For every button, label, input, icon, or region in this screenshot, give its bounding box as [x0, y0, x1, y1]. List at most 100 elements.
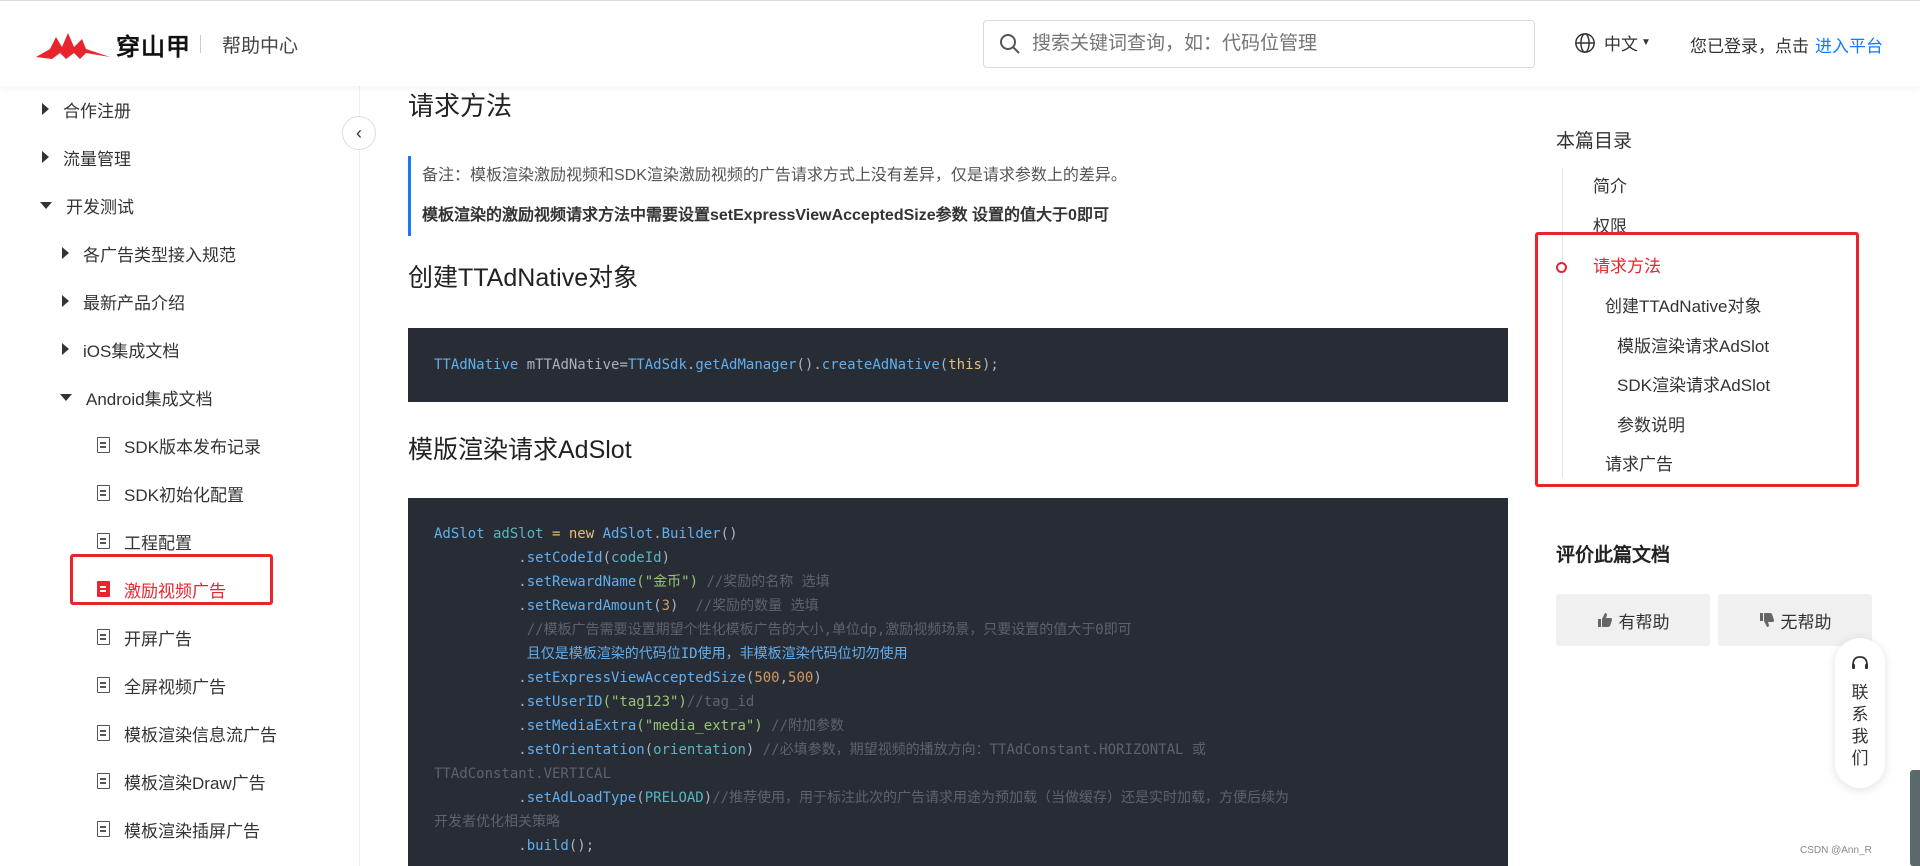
code-line: AdSlot adSlot = new AdSlot.Builder() — [434, 526, 738, 542]
sidebar-item-ios[interactable]: iOS集成文档 — [62, 334, 179, 364]
sidebar-item-label: 工程配置 — [124, 533, 192, 553]
doc-sidebar: 合作注册 流量管理 开发测试 各广告类型接入规范 最新产品介绍 iOS集成文档 … — [0, 86, 360, 866]
side-widget-edge — [1910, 770, 1920, 866]
document-icon — [97, 677, 110, 693]
sidebar-item-label: SDK版本发布记录 — [124, 437, 261, 457]
chevron-left-icon: ‹ — [356, 122, 362, 143]
header-divider — [200, 35, 201, 53]
document-icon — [97, 629, 110, 645]
sidebar-item-sdk-release[interactable]: SDK版本发布记录 — [97, 430, 261, 460]
sidebar-item-dev-test[interactable]: 开发测试 — [40, 190, 134, 220]
sidebar-item-register[interactable]: 合作注册 — [42, 94, 131, 124]
document-icon — [97, 821, 110, 837]
collapse-sidebar-button[interactable]: ‹ — [342, 116, 376, 150]
document-icon — [97, 533, 110, 549]
sidebar-item-label: 全屏视频广告 — [124, 677, 226, 697]
help-center-label[interactable]: 帮助中心 — [222, 31, 298, 58]
code-line: .setExpressViewAcceptedSize(500,500) — [434, 670, 822, 686]
sidebar-item-label: Android集成文档 — [86, 389, 213, 409]
create-native-title: 创建TTAdNative对象 — [408, 264, 639, 292]
sidebar-item-label: iOS集成文档 — [83, 341, 180, 361]
sidebar-item-android[interactable]: Android集成文档 — [60, 382, 213, 412]
code-line: .build(); — [434, 838, 595, 854]
rating-title: 评价此篇文档 — [1556, 545, 1671, 566]
code-line: .setRewardName("金币") //奖励的名称 选填 — [434, 574, 830, 590]
code-line: 开发者优化相关策略 — [434, 814, 560, 830]
language-label: 中文 — [1604, 35, 1638, 54]
sidebar-item-draw[interactable]: 模板渲染Draw广告 — [97, 766, 266, 796]
section-title: 请求方法 — [408, 91, 513, 121]
globe-icon — [1575, 32, 1595, 53]
sidebar-item-sdk-init[interactable]: SDK初始化配置 — [97, 478, 244, 508]
sidebar-item-new-products[interactable]: 最新产品介绍 — [62, 286, 185, 316]
document-icon — [97, 485, 110, 501]
sidebar-item-label: 模板渲染信息流广告 — [124, 725, 277, 745]
sidebar-item-label: 最新产品介绍 — [83, 293, 185, 313]
toc-title: 本篇目录 — [1556, 131, 1633, 152]
toc-item-intro[interactable]: 简介 — [1593, 172, 1627, 197]
caret-right-icon — [42, 151, 49, 163]
code-line: TTAdConstant.VERTICAL — [434, 766, 612, 782]
caret-down-icon — [40, 201, 52, 209]
sidebar-item-label: 模板渲染Draw广告 — [124, 773, 266, 793]
thumbs-down-icon — [1759, 613, 1774, 627]
code-line: TTAdNative mTTAdNative=TTAdSdk.getAdMana… — [434, 357, 999, 373]
caret-down-icon — [60, 393, 72, 401]
caret-right-icon — [62, 247, 69, 259]
code-line: //模板广告需要设置期望个性化模板广告的大小,单位dp,激励视频场景，只要设置的… — [434, 622, 1132, 638]
contact-us-widget[interactable]: 联系我们 — [1835, 638, 1885, 788]
top-header: 穿山甲 帮助中心 中文 ▼ 您已登录，点击进入平台 — [0, 0, 1920, 86]
sidebar-item-label: 模板渲染插屏广告 — [124, 821, 260, 841]
sidebar-item-label: SDK初始化配置 — [124, 485, 244, 505]
sidebar-item-traffic[interactable]: 流量管理 — [42, 142, 131, 172]
sidebar-item-label: 开屏广告 — [124, 629, 192, 649]
document-icon — [97, 725, 110, 741]
sidebar-item-label: 合作注册 — [63, 101, 131, 121]
highlight-box — [70, 554, 273, 605]
code-line: .setUserID("tag123")//tag_id — [434, 694, 755, 710]
sidebar-item-label: 开发测试 — [66, 197, 134, 217]
note-text: 备注：模板渲染激励视频和SDK渲染激励视频的广告请求方式上没有差异，仅是请求参数… — [422, 167, 1127, 184]
caret-right-icon — [62, 343, 69, 355]
pangolin-logo-icon — [36, 32, 110, 59]
document-icon — [97, 773, 110, 789]
contact-us-label: 联系我们 — [1851, 683, 1869, 768]
sidebar-item-label: 流量管理 — [63, 149, 131, 169]
search-icon — [1000, 34, 1020, 54]
thumbs-up-icon — [1597, 613, 1612, 627]
code-block-adslot[interactable]: AdSlot adSlot = new AdSlot.Builder() .se… — [408, 498, 1508, 866]
login-status: 您已登录，点击 进入平台 — [1690, 32, 1883, 57]
code-line: .setAdLoadType(PRELOAD)//推荐使用，用于标注此次的广告请… — [434, 790, 1290, 806]
code-line: .setOrientation(orientation) //必填参数，期望视频… — [434, 742, 1206, 758]
helpful-label: 有帮助 — [1618, 612, 1670, 632]
sidebar-item-splash[interactable]: 开屏广告 — [97, 622, 192, 652]
caret-down-icon: ▼ — [1641, 37, 1651, 48]
headset-icon — [1852, 656, 1868, 669]
language-selector[interactable]: 中文 ▼ — [1574, 30, 1651, 55]
enter-platform-link[interactable]: 进入平台 — [1815, 37, 1883, 56]
sidebar-item-label: 各广告类型接入规范 — [83, 245, 236, 265]
adslot-title: 模版渲染请求AdSlot — [408, 436, 632, 464]
watermark: CSDN @Ann_R — [1800, 845, 1872, 856]
code-line: .setCodeId(codeId) — [434, 550, 671, 566]
sidebar-item-project-config[interactable]: 工程配置 — [97, 526, 192, 556]
code-block-native[interactable]: TTAdNative mTTAdNative=TTAdSdk.getAdMana… — [408, 328, 1508, 402]
caret-right-icon — [62, 295, 69, 307]
sidebar-item-fullscreen[interactable]: 全屏视频广告 — [97, 670, 226, 700]
search-input[interactable] — [1032, 33, 1512, 55]
document-icon — [97, 437, 110, 453]
brand-logo[interactable]: 穿山甲 — [36, 27, 191, 62]
highlight-box — [1535, 232, 1859, 487]
note-bold-text: 模板渲染的激励视频请求方法中需要设置setExpressViewAccepted… — [422, 207, 1109, 224]
brand-name: 穿山甲 — [116, 34, 191, 61]
sidebar-item-native-feed[interactable]: 模板渲染信息流广告 — [97, 718, 277, 748]
search-box[interactable] — [983, 20, 1535, 68]
login-text: 您已登录，点击 — [1690, 37, 1809, 56]
code-line: .setMediaExtra("media_extra") //附加参数 — [434, 718, 845, 734]
code-line: 且仅是模板渲染的代码位ID使用，非模板渲染代码位切勿使用 — [434, 646, 908, 662]
not-helpful-button[interactable]: 无帮助 — [1718, 594, 1872, 646]
code-line: .setRewardAmount(3) //奖励的数量 选填 — [434, 598, 819, 614]
helpful-button[interactable]: 有帮助 — [1556, 594, 1710, 646]
sidebar-item-ad-spec[interactable]: 各广告类型接入规范 — [62, 238, 236, 268]
sidebar-item-interstitial[interactable]: 模板渲染插屏广告 — [97, 814, 260, 844]
